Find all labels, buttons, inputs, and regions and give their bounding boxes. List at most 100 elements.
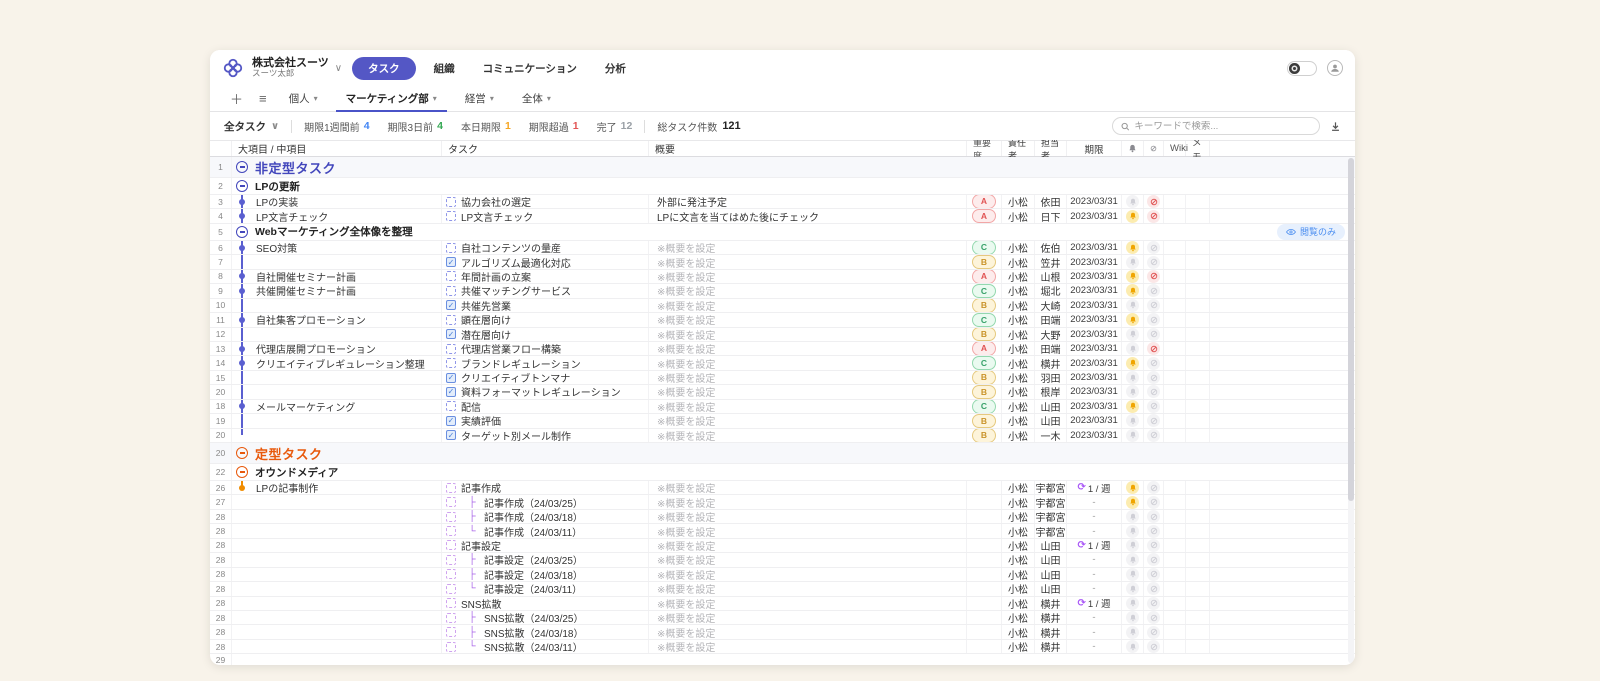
attachment-cell[interactable] — [1144, 356, 1164, 369]
col-memo[interactable]: メモ — [1186, 141, 1210, 156]
owner-cell[interactable]: 小松 — [1002, 640, 1035, 653]
collapse-minus-icon[interactable] — [236, 180, 248, 192]
reminder-cell[interactable] — [1122, 400, 1144, 413]
reminder-cell[interactable] — [1122, 241, 1144, 254]
assignee-cell[interactable]: 宇都宮 — [1035, 481, 1067, 494]
task-cell[interactable]: SNS拡散 — [442, 597, 649, 610]
wiki-cell[interactable] — [1164, 510, 1186, 523]
nav-item-3[interactable]: 分析 — [595, 57, 636, 80]
collapse-minus-icon[interactable] — [236, 447, 248, 459]
no-attachment-icon[interactable] — [1147, 568, 1160, 581]
reminder-cell[interactable] — [1122, 342, 1144, 355]
priority-cell[interactable] — [967, 524, 1002, 537]
priority-cell[interactable]: B — [967, 371, 1002, 384]
assignee-cell[interactable]: 大崎 — [1035, 299, 1067, 312]
priority-cell[interactable] — [967, 611, 1002, 624]
reminder-cell[interactable] — [1122, 597, 1144, 610]
owner-cell[interactable]: 小松 — [1002, 568, 1035, 581]
search-box[interactable] — [1112, 117, 1320, 135]
reminder-cell[interactable] — [1122, 209, 1144, 222]
collapse-minus-icon[interactable] — [236, 161, 248, 173]
memo-cell[interactable] — [1186, 209, 1210, 222]
owner-cell[interactable]: 小松 — [1002, 539, 1035, 552]
attachment-cell[interactable] — [1144, 611, 1164, 624]
reminder-cell[interactable] — [1122, 270, 1144, 283]
due-cell[interactable]: - — [1067, 582, 1122, 595]
summary-cell[interactable]: ※概要を設定 — [649, 553, 967, 566]
summary-cell[interactable]: ※概要を設定 — [649, 284, 967, 297]
col-due[interactable]: 期限 — [1067, 141, 1122, 156]
task-checkbox[interactable] — [446, 286, 456, 296]
memo-cell[interactable] — [1186, 568, 1210, 581]
assignee-cell[interactable]: 山田 — [1035, 539, 1067, 552]
memo-cell[interactable] — [1186, 553, 1210, 566]
owner-cell[interactable]: 小松 — [1002, 524, 1035, 537]
priority-cell[interactable] — [967, 481, 1002, 494]
due-cell[interactable]: ⟳1 / 週 — [1067, 481, 1122, 494]
task-cell[interactable]: ✓実績評価 — [442, 414, 649, 427]
due-cell[interactable]: - — [1067, 640, 1122, 653]
task-cell[interactable]: ├記事作成（24/03/18） — [442, 510, 649, 523]
priority-cell[interactable]: B — [967, 328, 1002, 341]
wiki-cell[interactable] — [1164, 495, 1186, 508]
no-attachment-icon[interactable] — [1147, 510, 1160, 523]
bell-icon[interactable] — [1126, 626, 1139, 639]
memo-cell[interactable] — [1186, 195, 1210, 208]
col-owner[interactable]: 責任者 — [1002, 141, 1035, 156]
task-checkbox[interactable] — [446, 483, 456, 493]
col-summary[interactable]: 概要 — [649, 141, 967, 156]
task-checkbox[interactable] — [446, 271, 456, 281]
bell-icon[interactable] — [1126, 342, 1139, 355]
memo-cell[interactable] — [1186, 284, 1210, 297]
wiki-cell[interactable] — [1164, 481, 1186, 494]
owner-cell[interactable]: 小松 — [1002, 553, 1035, 566]
col-priority[interactable]: 重要度 — [967, 141, 1002, 156]
task-cell[interactable]: ✓共催先営業 — [442, 299, 649, 312]
wiki-cell[interactable] — [1164, 611, 1186, 624]
task-checkbox[interactable] — [446, 497, 456, 507]
priority-cell[interactable] — [967, 640, 1002, 653]
summary-cell[interactable]: ※概要を設定 — [649, 371, 967, 384]
attachment-cell[interactable] — [1144, 270, 1164, 283]
reminder-cell[interactable] — [1122, 371, 1144, 384]
board-list-menu-icon[interactable]: ≡ — [251, 86, 275, 111]
attachment-cell[interactable] — [1144, 524, 1164, 537]
memo-cell[interactable] — [1186, 597, 1210, 610]
collapse-minus-icon[interactable] — [236, 466, 248, 478]
reminder-cell[interactable] — [1122, 640, 1144, 653]
bell-icon[interactable] — [1126, 313, 1139, 326]
owner-cell[interactable]: 小松 — [1002, 284, 1035, 297]
due-cell[interactable]: ⟳1 / 週 — [1067, 597, 1122, 610]
task-checkbox[interactable] — [446, 358, 456, 368]
memo-cell[interactable] — [1186, 385, 1210, 398]
due-cell[interactable]: 2023/03/31 — [1067, 429, 1122, 442]
summary-cell[interactable]: ※概要を設定 — [649, 611, 967, 624]
assignee-cell[interactable]: 山根 — [1035, 270, 1067, 283]
task-checkbox[interactable]: ✓ — [446, 430, 456, 440]
attachment-cell[interactable] — [1144, 568, 1164, 581]
owner-cell[interactable]: 小松 — [1002, 625, 1035, 638]
scrollbar-thumb[interactable] — [1348, 158, 1354, 501]
task-cell[interactable]: 代理店営業フロー構築 — [442, 342, 649, 355]
reminder-cell[interactable] — [1122, 568, 1144, 581]
no-attachment-icon[interactable] — [1147, 626, 1160, 639]
filter-0[interactable]: 期限1週間前4 — [304, 119, 369, 134]
priority-cell[interactable]: B — [967, 255, 1002, 268]
priority-cell[interactable] — [967, 510, 1002, 523]
nav-item-2[interactable]: コミュニケーション — [473, 57, 587, 80]
attachment-cell[interactable] — [1144, 582, 1164, 595]
nav-item-1[interactable]: 組織 — [424, 57, 465, 80]
reminder-cell[interactable] — [1122, 195, 1144, 208]
due-cell[interactable]: 2023/03/31 — [1067, 255, 1122, 268]
wiki-cell[interactable] — [1164, 429, 1186, 442]
no-attachment-icon[interactable] — [1147, 270, 1160, 283]
bell-icon[interactable] — [1126, 284, 1139, 297]
no-attachment-icon[interactable] — [1147, 525, 1160, 538]
owner-cell[interactable]: 小松 — [1002, 414, 1035, 427]
owner-cell[interactable]: 小松 — [1002, 255, 1035, 268]
wiki-cell[interactable] — [1164, 195, 1186, 208]
reminder-cell[interactable] — [1122, 356, 1144, 369]
bell-icon[interactable] — [1126, 496, 1139, 509]
owner-cell[interactable]: 小松 — [1002, 328, 1035, 341]
due-cell[interactable]: 2023/03/31 — [1067, 328, 1122, 341]
